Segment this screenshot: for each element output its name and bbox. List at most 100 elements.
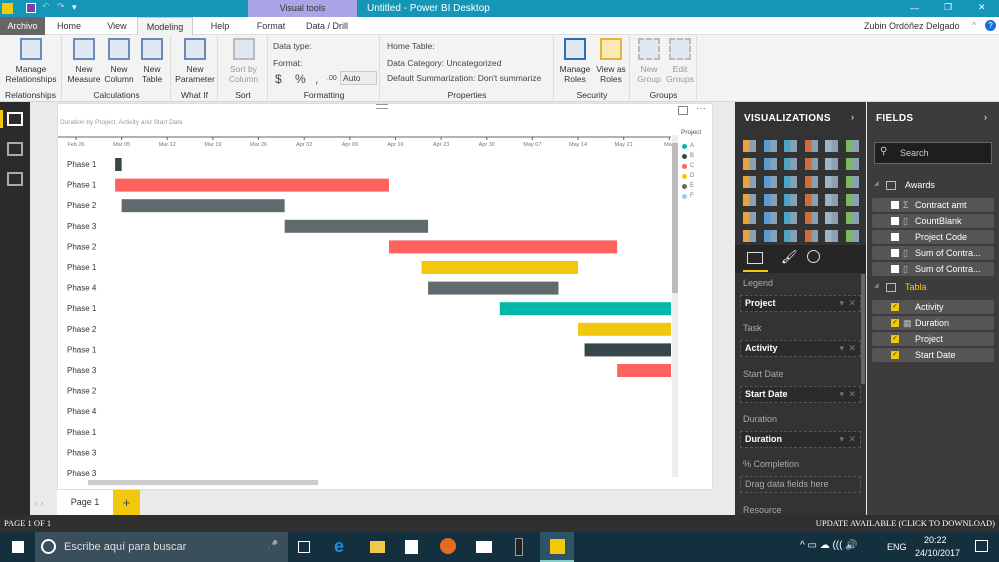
update-available-link[interactable]: UPDATE AVAILABLE (CLICK TO DOWNLOAD) <box>816 515 995 532</box>
visual-type-icon[interactable] <box>743 140 756 152</box>
field-well[interactable]: Start Date ▾ ✕ <box>740 385 861 403</box>
gantt-bar-E[interactable] <box>428 281 559 295</box>
visual-type-icon[interactable] <box>743 158 756 170</box>
visual-type-icon[interactable] <box>804 140 818 152</box>
view-as-roles-button[interactable]: View as Roles <box>593 38 629 84</box>
field-item[interactable]: ✓ Activity <box>872 300 994 314</box>
add-page-button[interactable]: + <box>113 490 140 515</box>
task-view-icon[interactable] <box>298 541 310 553</box>
horizontal-scrollbar[interactable] <box>88 480 318 485</box>
file-explorer-icon[interactable] <box>370 541 385 553</box>
tab-modeling[interactable]: Modeling <box>137 17 193 35</box>
remove-field-icon[interactable]: ✕ <box>848 296 856 311</box>
field-item[interactable]: ▯ Sum of Contra... <box>872 246 994 260</box>
visual-type-icon[interactable] <box>845 212 859 224</box>
chevron-down-icon[interactable]: ▾ <box>839 341 844 356</box>
gantt-bar-E[interactable] <box>121 199 285 213</box>
field-checkbox[interactable]: ✓ <box>891 319 899 327</box>
home-table-dropdown[interactable]: Home Table: <box>387 41 435 51</box>
field-well[interactable]: Duration ▾ ✕ <box>740 430 861 448</box>
field-well[interactable]: Project ▾ ✕ <box>740 295 861 312</box>
visual-type-icon[interactable] <box>743 230 756 242</box>
clock-date[interactable]: 24/10/2017 <box>915 548 960 558</box>
visual-type-icon[interactable] <box>784 194 797 206</box>
field-item[interactable]: Project Code <box>872 230 994 244</box>
remove-field-icon[interactable]: ✕ <box>848 432 856 447</box>
field-well[interactable]: Drag data fields here <box>740 476 861 494</box>
customize-quick-access-icon[interactable]: ▾ <box>72 2 77 13</box>
field-item[interactable]: ▯ Sum of Contra... <box>872 262 994 276</box>
minimize-button[interactable]: — <box>910 3 919 13</box>
relationships-view-icon[interactable] <box>7 172 23 186</box>
visual-type-icon[interactable] <box>763 194 777 206</box>
visual-type-icon[interactable] <box>825 158 838 170</box>
visual-type-icon[interactable] <box>845 176 859 188</box>
chevron-down-icon[interactable]: ▾ <box>839 432 844 447</box>
visual-type-icon[interactable] <box>804 212 818 224</box>
edge-icon[interactable]: e <box>334 536 344 557</box>
visual-type-icon[interactable] <box>804 230 818 242</box>
field-checkbox[interactable]: ✓ <box>891 351 899 359</box>
field-item[interactable]: ✓ ▦ Duration <box>872 316 994 330</box>
visual-type-icon[interactable] <box>825 140 838 152</box>
tab-format[interactable]: Format <box>250 17 292 35</box>
firefox-icon[interactable] <box>440 538 456 554</box>
gantt-bar-C[interactable] <box>115 178 389 192</box>
field-checkbox[interactable]: ✓ <box>891 335 899 343</box>
expand-icon[interactable]: ◢ <box>874 180 879 187</box>
input-language[interactable]: ENG <box>887 542 907 552</box>
field-item[interactable]: ✓ Project <box>872 332 994 346</box>
scrollbar-thumb[interactable] <box>672 143 678 293</box>
visual-type-icon[interactable] <box>825 230 838 242</box>
field-well[interactable]: Activity ▾ ✕ <box>740 340 861 358</box>
collapse-ribbon-icon[interactable]: ^ <box>972 20 976 30</box>
gantt-bar-E[interactable] <box>284 219 429 233</box>
tab-view[interactable]: View <box>98 17 136 35</box>
chevron-down-icon[interactable]: ▾ <box>839 296 844 311</box>
visual-type-icon[interactable] <box>763 140 777 152</box>
data-type-dropdown[interactable]: Data type: <box>273 41 312 51</box>
field-checkbox[interactable] <box>891 233 899 241</box>
help-icon[interactable]: ? <box>985 20 996 31</box>
visual-type-icon[interactable] <box>743 194 756 206</box>
visual-type-icon[interactable] <box>763 158 777 170</box>
visual-type-icon[interactable] <box>784 212 797 224</box>
data-view-icon[interactable] <box>7 142 23 156</box>
tab-home[interactable]: Home <box>50 17 88 35</box>
gantt-bar-D[interactable] <box>578 322 714 336</box>
gantt-bar-B[interactable] <box>115 158 122 171</box>
field-checkbox[interactable] <box>891 265 899 273</box>
visual-type-icon[interactable] <box>845 158 859 170</box>
format-dropdown[interactable]: Format: <box>273 58 302 68</box>
tab-archivo[interactable]: Archivo <box>0 17 45 35</box>
fields-tab-icon[interactable] <box>747 252 763 264</box>
visual-type-icon[interactable] <box>804 158 818 170</box>
store-icon[interactable] <box>405 540 418 554</box>
visual-type-icon[interactable] <box>845 194 859 206</box>
vertical-scrollbar[interactable] <box>672 135 678 477</box>
save-icon[interactable] <box>26 3 36 13</box>
visual-type-icon[interactable] <box>825 194 838 206</box>
field-item[interactable]: ✓ Start Date <box>872 348 994 362</box>
visual-type-icon[interactable] <box>743 212 756 224</box>
visual-type-icon[interactable] <box>763 176 777 188</box>
visual-type-icon[interactable] <box>763 230 777 242</box>
gantt-visual[interactable]: ··· Duration by Project, Activity and St… <box>57 103 713 490</box>
close-button[interactable]: ✕ <box>978 2 986 13</box>
currency-button[interactable]: $ <box>275 72 282 86</box>
decimals-button[interactable]: .00 <box>327 75 337 82</box>
undo-icon[interactable]: ↶ <box>42 1 50 12</box>
new-group-button[interactable]: New Group <box>633 38 665 84</box>
clock-time[interactable]: 20:22 <box>924 535 947 545</box>
visual-type-icon[interactable] <box>763 212 777 224</box>
analytics-icon[interactable] <box>807 250 820 263</box>
field-checkbox[interactable] <box>891 217 899 225</box>
field-checkbox[interactable] <box>891 201 899 209</box>
windows-start-icon[interactable] <box>12 541 24 553</box>
manage-roles-button[interactable]: Manage Roles <box>557 38 593 84</box>
sort-by-column-button[interactable]: Sort by Column <box>221 38 266 84</box>
new-table-button[interactable]: New Table <box>137 38 167 84</box>
gantt-bar-A[interactable] <box>499 302 696 316</box>
visual-type-icon[interactable] <box>743 176 756 188</box>
chevron-down-icon[interactable]: ▾ <box>839 387 844 402</box>
